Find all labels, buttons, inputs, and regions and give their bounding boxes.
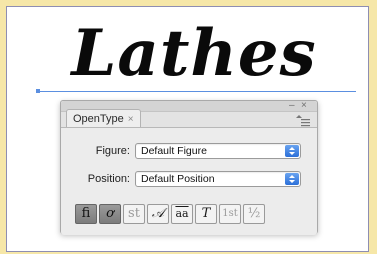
fractions-button[interactable]: ½ [243,204,265,224]
titling-alternates-button[interactable]: T [195,204,217,224]
position-label: Position: [87,173,130,185]
discretionary-ligatures-button[interactable]: st [123,204,145,224]
figure-label: Figure: [95,145,130,157]
figure-select[interactable]: Default Figure [135,143,301,159]
figure-select-arrow-icon [285,145,299,157]
contextual-alternates-button[interactable]: ơ [99,204,121,224]
position-select-arrow-icon [285,173,299,185]
close-icon[interactable]: × [301,100,307,111]
tab-label: OpenType [73,113,124,125]
tab-opentype[interactable]: OpenType × [66,109,141,128]
opentype-panel: – × OpenType × Figure: Default Figure Pos… [60,100,318,235]
figure-select-value: Default Figure [141,145,207,157]
standard-ligatures-button[interactable]: fi [75,204,97,224]
artwork-title[interactable]: Lathes [38,14,350,94]
tab-close-icon[interactable]: × [128,114,134,125]
panel-menu-icon[interactable] [295,115,311,127]
position-select[interactable]: Default Position [135,171,301,187]
swash-button[interactable]: 𝒜 [147,204,169,224]
ordinals-button[interactable]: 1st [219,204,241,224]
text-selection-handle[interactable] [36,89,40,93]
text-selection-baseline [38,91,356,92]
minimize-icon[interactable]: – [289,100,295,111]
stylistic-alternates-button[interactable]: aa [171,204,193,224]
position-select-value: Default Position [141,173,215,185]
